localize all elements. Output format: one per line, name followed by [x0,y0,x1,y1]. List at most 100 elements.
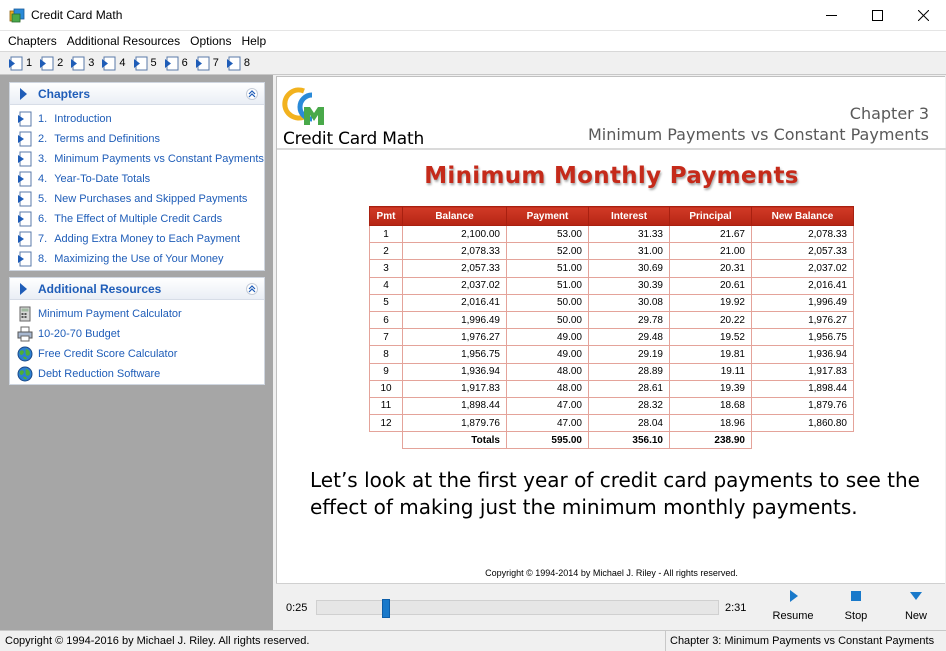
menu-additional-resources[interactable]: Additional Resources [63,31,184,51]
playback-controls: 0:25 2:31 Resume Stop New [276,583,945,630]
chapter-page-icon [71,56,85,70]
resource-budget[interactable]: 10-20-70 Budget [10,324,264,344]
play-icon [790,590,798,602]
menu-help[interactable]: Help [237,31,270,51]
chapter-toolbar: 1 2 3 4 5 6 7 8 [0,51,946,75]
maximize-button[interactable] [854,0,900,31]
toolbar-label: 6 [181,57,188,69]
chapter-number: 1. [38,113,48,125]
table-cell: 30.39 [588,276,670,295]
chapter-page-icon [9,56,23,70]
chapter-link-8[interactable]: 8. Maximizing the Use of Your Money [10,249,264,269]
table-cell: 12 [369,414,403,433]
stop-button[interactable]: Stop [831,590,881,622]
toolbar-chapter-5[interactable]: 5 [133,56,157,71]
table-row: 11 1,898.44 47.00 28.32 18.68 1,879.76 [369,396,854,416]
resource-credit-score-calculator[interactable]: Free Credit Score Calculator [10,344,264,364]
chapter-link-7[interactable]: 7. Adding Extra Money to Each Payment [10,229,264,249]
progress-slider[interactable] [316,599,719,618]
table-cell: 2,078.33 [751,224,854,244]
table-cell: 29.78 [588,310,670,330]
column-header: Principal [669,206,752,226]
table-cell: 1,898.44 [402,396,507,416]
toolbar-chapter-2[interactable]: 2 [39,56,63,71]
chapter-link-4[interactable]: 4. Year-To-Date Totals [10,169,264,189]
chapter-name-heading: Minimum Payments vs Constant Payments [588,125,929,144]
table-cell: 20.22 [669,310,752,330]
chapter-label: Minimum Payments vs Constant Payments [54,153,264,165]
chapter-number: 8. [38,253,48,265]
resources-panel-header[interactable]: Additional Resources [10,278,264,300]
table-cell: 48.00 [506,362,589,381]
toolbar-chapter-7[interactable]: 7 [195,56,219,71]
table-cell: 51.00 [506,259,589,278]
table-row: 9 1,936.94 48.00 28.89 19.11 1,917.83 [369,362,854,381]
new-button[interactable]: New [891,590,941,622]
toolbar-chapter-6[interactable]: 6 [164,56,188,71]
table-cell: 1,996.49 [402,310,507,330]
menu-chapters[interactable]: Chapters [4,31,61,51]
totals-cell: 356.10 [588,431,670,450]
close-button[interactable] [900,0,946,31]
chapter-page-icon [102,56,116,70]
resource-minimum-payment-calculator[interactable]: Minimum Payment Calculator [10,304,264,324]
toolbar-label: 3 [88,57,95,69]
table-cell: 19.11 [669,362,752,381]
toolbar-label: 2 [57,57,64,69]
chapter-number: 7. [38,233,48,245]
table-cell: 20.61 [669,276,752,295]
chapter-link-6[interactable]: 6. The Effect of Multiple Credit Cards [10,209,264,229]
chapter-number-heading: Chapter 3 [849,104,929,123]
chapters-panel-title: Chapters [38,86,91,101]
collapse-chevrons-icon[interactable] [246,88,258,100]
toolbar-label: 8 [243,57,250,69]
table-cell: 1,956.75 [751,328,854,347]
chapter-link-1[interactable]: 1. Introduction [10,109,264,129]
globe-icon [17,346,33,362]
chapter-label: Maximizing the Use of Your Money [54,253,224,265]
menu-options[interactable]: Options [186,31,235,51]
table-cell: 53.00 [506,224,589,244]
table-cell: 2 [369,242,403,261]
chapter-page-icon [18,171,32,187]
table-cell: 2,100.00 [402,224,507,244]
chapters-panel-header[interactable]: Chapters [10,83,264,105]
chapter-number: 2. [38,133,48,145]
table-row: 6 1,996.49 50.00 29.78 20.22 1,976.27 [369,310,854,330]
table-cell: 1,976.27 [751,310,854,330]
toolbar-chapter-3[interactable]: 3 [70,56,94,71]
resume-button[interactable]: Resume [768,590,818,622]
chapter-label: New Purchases and Skipped Payments [54,193,248,205]
credit-card-math-logo: Credit Card Math [282,87,424,149]
toolbar-chapter-8[interactable]: 8 [226,56,250,71]
toolbar-chapter-1[interactable]: 1 [8,56,32,71]
title-bar: Credit Card Math [0,0,946,31]
menu-bar: Chapters Additional Resources Options He… [0,31,946,51]
table-cell: 2,037.02 [402,276,507,295]
table-cell: 1,996.49 [751,293,854,312]
table-cell: 2,057.33 [402,259,507,278]
toolbar-chapter-4[interactable]: 4 [101,56,126,71]
chapter-page-icon [133,56,147,70]
slider-thumb[interactable] [382,599,390,618]
chapter-link-3[interactable]: 3. Minimum Payments vs Constant Payments [10,149,264,169]
totals-row: Totals 595.00 356.10 238.90 [370,431,854,450]
chapter-link-2[interactable]: 2. Terms and Definitions [10,129,264,149]
table-cell: 47.00 [506,396,589,416]
chapter-link-5[interactable]: 5. New Purchases and Skipped Payments [10,189,264,209]
expand-arrow-icon [20,87,27,100]
table-cell: 8 [369,345,403,364]
resource-label: Debt Reduction Software [38,368,161,380]
chapter-page-icon [195,56,210,70]
table-row: 2 2,078.33 52.00 31.00 21.00 2,057.33 [369,242,854,261]
resources-panel: Additional Resources Minimum Payment Cal… [9,277,265,385]
table-cell: 19.92 [669,293,752,312]
minimize-icon [825,15,837,16]
minimize-button[interactable] [808,0,854,31]
table-cell: 49.00 [506,345,589,364]
collapse-chevrons-icon[interactable] [246,283,258,295]
table-cell: 6 [369,310,403,330]
resource-debt-reduction-software[interactable]: Debt Reduction Software [10,364,264,384]
stop-icon [851,591,861,601]
resource-label: Minimum Payment Calculator [38,308,182,320]
